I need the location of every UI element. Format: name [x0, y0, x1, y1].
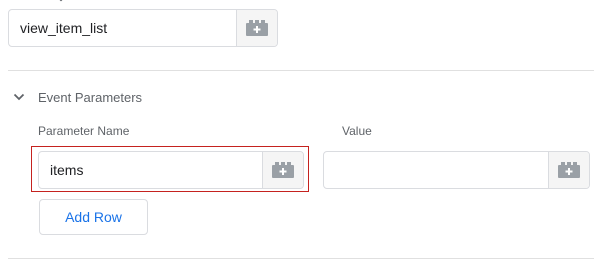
parameter-value-field[interactable] [323, 151, 590, 189]
collapse-section-button[interactable] [8, 86, 30, 108]
add-row-button[interactable]: Add Row [39, 199, 148, 235]
variable-brick-icon [272, 162, 294, 178]
insert-variable-button[interactable] [262, 152, 303, 188]
value-column-label: Value [342, 124, 372, 138]
parameter-name-value[interactable]: items [39, 152, 262, 188]
parameter-name-column-label: Parameter Name [38, 124, 130, 138]
event-name-value[interactable]: view_item_list [9, 10, 236, 46]
variable-brick-icon [246, 20, 268, 36]
variable-brick-icon [558, 162, 580, 178]
event-name-field[interactable]: view_item_list [8, 9, 278, 47]
insert-variable-button[interactable] [548, 152, 589, 188]
section-title: Event Parameters [38, 90, 143, 105]
insert-variable-button[interactable] [236, 10, 277, 46]
parameter-value-value[interactable] [324, 152, 548, 188]
parameter-name-field[interactable]: items [38, 151, 304, 189]
chevron-icon [59, 0, 63, 2]
chevron-down-icon [13, 93, 25, 101]
section-divider [8, 70, 594, 71]
